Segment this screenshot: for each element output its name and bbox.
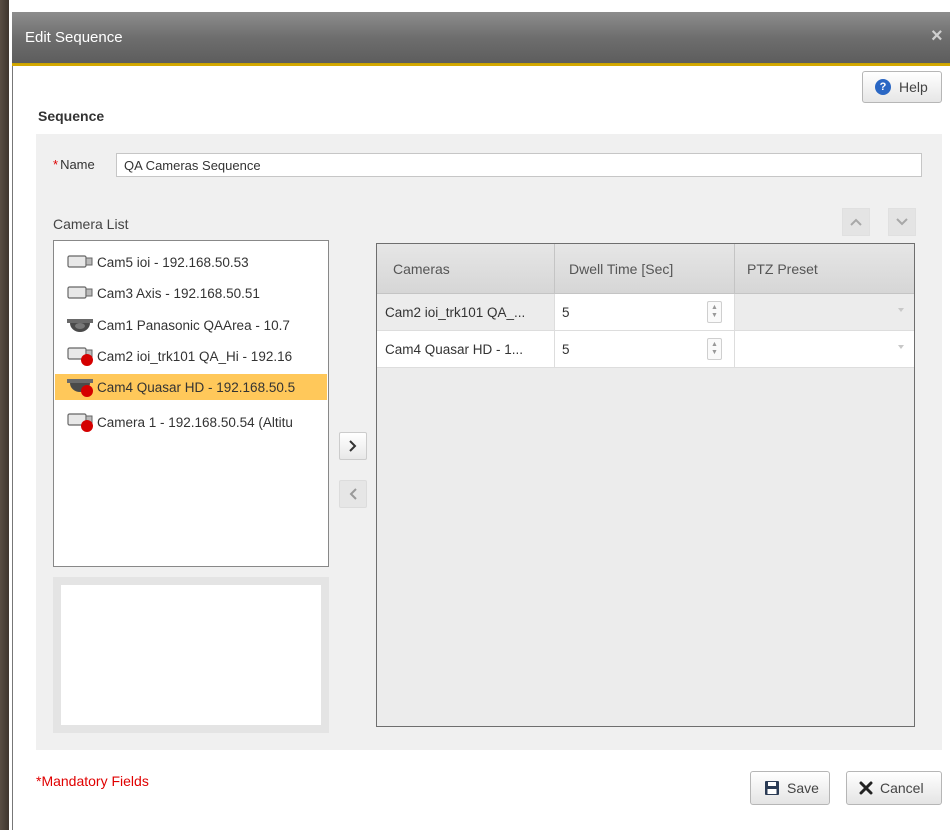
box-camera-recording-icon	[67, 412, 97, 432]
mandatory-fields-note: *Mandatory Fields	[36, 773, 149, 789]
dwell-time-spinner[interactable]: ▲ ▼	[707, 301, 722, 323]
box-camera-icon	[67, 252, 97, 272]
help-button-label: Help	[899, 79, 928, 95]
table-row[interactable]: Cam2 ioi_trk101 QA_... 5 ▲ ▼	[377, 294, 914, 331]
camera-list-item-label: Camera 1 - 192.168.50.54 (Altitu	[97, 414, 293, 430]
chevron-left-icon	[349, 488, 357, 500]
row-camera-cell: Cam2 ioi_trk101 QA_...	[377, 294, 555, 330]
close-icon[interactable]: ×	[931, 25, 943, 48]
spinner-up-icon[interactable]: ▲	[711, 304, 718, 312]
grid-header: Cameras Dwell Time [Sec] PTZ Preset	[377, 244, 914, 294]
move-up-button[interactable]	[842, 208, 870, 236]
name-label-text: Name	[60, 157, 95, 172]
chevron-right-icon	[349, 440, 357, 452]
dome-camera-recording-icon	[67, 377, 97, 397]
titlebar-accent-line	[12, 64, 950, 66]
dialog-titlebar: Edit Sequence ×	[12, 12, 950, 64]
box-camera-recording-icon	[67, 346, 97, 366]
camera-list-item-selected[interactable]: Cam4 Quasar HD - 192.168.50.5	[55, 374, 327, 400]
dwell-time-field[interactable]: 5 ▲ ▼	[555, 294, 735, 330]
camera-preview-panel	[53, 577, 329, 733]
camera-list-item[interactable]: Cam1 Panasonic QAArea - 10.7	[55, 312, 327, 338]
cancel-button-label: Cancel	[880, 780, 924, 796]
camera-list-item-label: Cam3 Axis - 192.168.50.51	[97, 285, 260, 301]
save-button[interactable]: Save	[750, 771, 830, 805]
cancel-button[interactable]: Cancel	[846, 771, 942, 805]
name-input[interactable]	[116, 153, 922, 177]
section-title: Sequence	[38, 108, 105, 124]
row-camera-cell: Cam4 Quasar HD - 1...	[377, 331, 555, 367]
dwell-time-field[interactable]: 5 ▲ ▼	[555, 331, 735, 367]
camera-list-item[interactable]: Cam3 Axis - 192.168.50.51	[55, 280, 327, 306]
floppy-disk-icon	[765, 781, 779, 795]
column-header-ptz-preset[interactable]: PTZ Preset	[735, 244, 914, 293]
spinner-up-icon[interactable]: ▲	[711, 341, 718, 349]
camera-list-item-label: Cam5 ioi - 192.168.50.53	[97, 254, 249, 270]
column-header-dwell-time[interactable]: Dwell Time [Sec]	[555, 244, 735, 293]
dialog-title: Edit Sequence	[25, 29, 123, 46]
add-to-sequence-button[interactable]	[339, 432, 367, 460]
camera-list-item-label: Cam2 ioi_trk101 QA_Hi - 192.16	[97, 348, 293, 364]
dwell-time-value: 5	[562, 304, 570, 320]
close-x-icon	[859, 781, 873, 795]
camera-list-item-label: Cam1 Panasonic QAArea - 10.7	[97, 317, 290, 333]
dwell-time-spinner[interactable]: ▲ ▼	[707, 338, 722, 360]
camera-list-item[interactable]: Cam5 ioi - 192.168.50.53	[55, 249, 327, 275]
required-mark: *	[53, 157, 59, 172]
background-strip	[0, 0, 9, 830]
camera-list[interactable]: Cam5 ioi - 192.168.50.53 Cam3 Axis - 192…	[53, 240, 329, 567]
camera-list-item[interactable]: Cam2 ioi_trk101 QA_Hi - 192.16	[55, 343, 327, 369]
save-button-label: Save	[787, 780, 819, 796]
dropdown-arrow-icon	[898, 345, 904, 349]
column-header-cameras[interactable]: Cameras	[377, 244, 555, 293]
name-label: * Name	[53, 157, 95, 172]
dwell-time-value: 5	[562, 341, 570, 357]
help-button[interactable]: ? Help	[862, 71, 942, 103]
dome-camera-icon	[67, 315, 97, 335]
help-question-icon: ?	[875, 79, 891, 95]
chevron-down-icon	[896, 218, 908, 226]
move-down-button[interactable]	[888, 208, 916, 236]
camera-list-item-label: Cam4 Quasar HD - 192.168.50.5	[97, 379, 296, 395]
ptz-preset-select[interactable]	[735, 331, 914, 367]
remove-from-sequence-button[interactable]	[339, 480, 367, 508]
ptz-preset-select[interactable]	[735, 294, 914, 330]
camera-list-label: Camera List	[53, 216, 129, 232]
table-row[interactable]: Cam4 Quasar HD - 1... 5 ▲ ▼	[377, 331, 914, 368]
spinner-down-icon[interactable]: ▼	[711, 349, 718, 357]
camera-list-item[interactable]: Camera 1 - 192.168.50.54 (Altitu	[55, 409, 327, 435]
camera-preview	[61, 585, 321, 725]
spinner-down-icon[interactable]: ▼	[711, 312, 718, 320]
chevron-up-icon	[850, 218, 862, 226]
sequence-grid: Cameras Dwell Time [Sec] PTZ Preset Cam2…	[376, 243, 915, 727]
box-camera-icon	[67, 283, 97, 303]
dropdown-arrow-icon	[898, 308, 904, 312]
